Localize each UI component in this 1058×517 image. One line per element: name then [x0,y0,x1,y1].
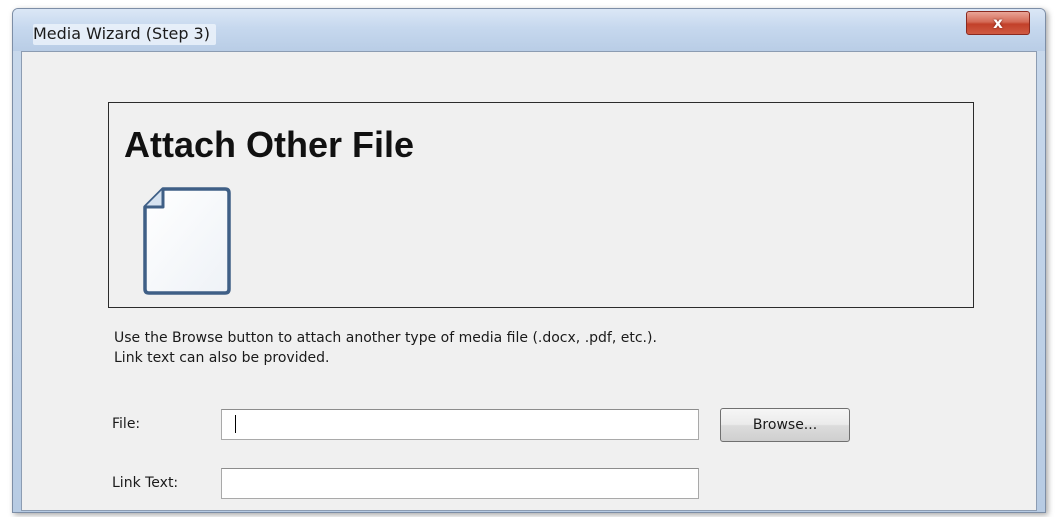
link-text-input[interactable] [221,468,699,499]
wizard-content: Attach Other File Use the Browse button … [21,51,1037,511]
page-title: Attach Other File [124,124,415,165]
instructions-line-1: Use the Browse button to attach another … [114,330,657,346]
title-bar[interactable]: Media Wizard (Step 3) x [13,9,1045,51]
document-icon [143,187,231,295]
link-text-label: Link Text: [112,475,179,491]
media-wizard-window: Media Wizard (Step 3) x Attach Other Fil… [12,8,1046,513]
instructions-text: Use the Browse button to attach another … [114,328,657,368]
header-panel: Attach Other File [108,102,974,308]
file-path-input[interactable] [221,409,699,440]
instructions-line-2: Link text can also be provided. [114,350,330,366]
close-icon: x [993,14,1003,32]
browse-button[interactable]: Browse... [720,408,850,442]
file-label: File: [112,416,141,432]
text-cursor [235,415,236,433]
window-title: Media Wizard (Step 3) [33,24,216,45]
close-button[interactable]: x [966,11,1030,35]
